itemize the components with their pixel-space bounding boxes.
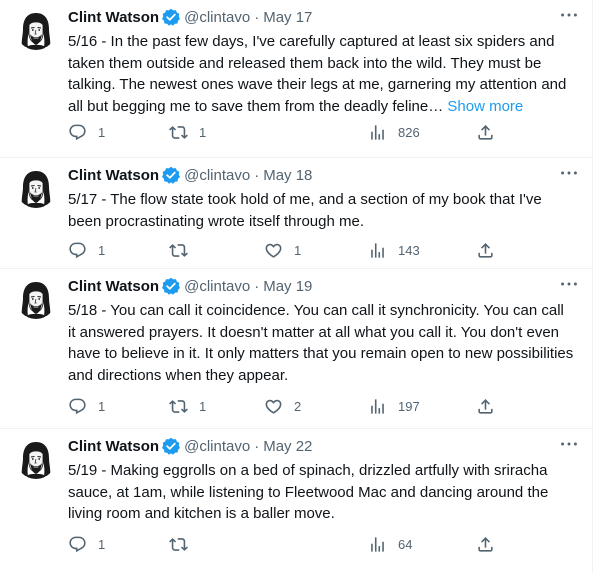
tweet-body: 5/19 - Making eggrolls on a bed of spina… [68,462,549,522]
like-count: 2 [294,398,302,414]
verified-badge-icon[interactable] [162,437,181,455]
author-handle[interactable]: @clintavo [184,167,250,184]
views-icon [371,536,384,552]
avatar[interactable] [16,168,56,208]
views-count: 197 [398,398,420,414]
share-icon [478,398,493,414]
retweet-icon [169,537,188,551]
reply-count: 1 [98,242,106,258]
like-button[interactable]: 2 [264,394,301,418]
author-handle[interactable]: @clintavo [184,9,250,26]
verified-badge-icon[interactable] [162,166,181,184]
reply-icon [69,398,86,414]
reply-count: 1 [98,124,106,140]
tweet-actions: 1 1 143 [64,238,494,262]
more-dots-icon[interactable] [556,273,582,295]
avatar[interactable] [16,279,56,319]
share-button[interactable] [476,532,495,556]
views-icon [371,398,384,414]
tweet-body: 5/18 - You can call it coincidence. You … [68,302,574,384]
tweet-text: 5/16 - In the past few days, I've carefu… [68,31,574,117]
more-dots-icon[interactable] [556,162,582,184]
views-button[interactable]: 64 [368,532,412,556]
more-dots-icon[interactable] [556,4,582,26]
tweet-date[interactable]: May 22 [263,438,312,455]
separator-dot: · [254,437,260,455]
separator-dot: · [254,277,260,295]
tweet[interactable]: Clint Watson @clintavo · May 22 5/19 - M… [0,429,592,572]
views-count: 143 [398,242,420,258]
reply-button[interactable]: 1 [68,238,105,262]
heart-icon [265,243,282,258]
views-button[interactable]: 826 [368,120,420,144]
tweet-text: 5/19 - Making eggrolls on a bed of spina… [68,460,574,526]
like-button[interactable]: 1 [264,238,301,262]
tweet-date[interactable]: May 19 [263,278,312,295]
tweet-header: Clint Watson @clintavo · May 18 [68,165,312,185]
like-count: 1 [294,242,302,258]
views-button[interactable]: 197 [368,394,420,418]
separator-dot: · [254,8,260,26]
author-handle[interactable]: @clintavo [184,438,250,455]
share-icon [478,536,493,552]
retweet-button[interactable]: 1 [169,120,206,144]
tweet-actions: 1 64 [64,532,494,556]
verified-badge-icon[interactable] [162,8,181,26]
views-count: 826 [398,124,420,140]
author-name[interactable]: Clint Watson [68,9,159,26]
share-button[interactable] [476,238,495,262]
reply-icon [69,242,86,258]
retweet-icon [169,243,188,257]
tweet-actions: 1 1 826 [64,120,494,144]
tweet-header: Clint Watson @clintavo · May 19 [68,276,312,296]
tweet[interactable]: Clint Watson @clintavo · May 19 5/18 - Y… [0,269,592,429]
retweet-icon [169,399,188,413]
tweet-actions: 1 1 2 197 [64,394,494,418]
share-button[interactable] [476,120,495,144]
reply-button[interactable]: 1 [68,120,105,144]
views-icon [371,124,384,140]
views-button[interactable]: 143 [368,238,420,262]
retweet-button[interactable]: 1 [169,394,206,418]
reply-icon [69,536,86,552]
separator-dot: · [254,166,260,184]
verified-badge-icon[interactable] [162,277,181,295]
author-name[interactable]: Clint Watson [68,278,159,295]
retweet-count: 1 [199,124,207,140]
heart-icon [265,399,282,414]
reply-button[interactable]: 1 [68,532,105,556]
reply-count: 1 [98,398,106,414]
retweet-button[interactable] [169,238,199,262]
tweet-text: 5/18 - You can call it coincidence. You … [68,300,574,388]
avatar[interactable] [16,439,56,479]
author-name[interactable]: Clint Watson [68,167,159,184]
retweet-count: 1 [199,398,207,414]
tweet[interactable]: Clint Watson @clintavo · May 17 5/16 - I… [0,0,592,158]
tweet-date[interactable]: May 17 [263,9,312,26]
more-dots-icon[interactable] [556,433,582,455]
reply-button[interactable]: 1 [68,394,105,418]
retweet-icon [169,125,188,139]
author-handle[interactable]: @clintavo [184,278,250,295]
share-button[interactable] [476,394,495,418]
views-icon [371,242,384,258]
reply-icon [69,124,86,140]
show-more-link[interactable]: Show more [447,98,523,115]
tweet[interactable]: Clint Watson @clintavo · May 18 5/17 - T… [0,158,592,269]
views-count: 64 [398,536,413,552]
tweet-text: 5/17 - The flow state took hold of me, a… [68,189,574,233]
retweet-button[interactable] [169,532,199,556]
tweet-body: 5/17 - The flow state took hold of me, a… [68,191,542,230]
tweet-header: Clint Watson @clintavo · May 17 [68,7,312,27]
share-icon [478,242,493,258]
timeline-feed: Clint Watson @clintavo · May 17 5/16 - I… [0,0,593,572]
avatar[interactable] [16,10,56,50]
share-icon [478,124,493,140]
tweet-header: Clint Watson @clintavo · May 22 [68,436,312,456]
tweet-date[interactable]: May 18 [263,167,312,184]
author-name[interactable]: Clint Watson [68,438,159,455]
reply-count: 1 [98,536,106,552]
